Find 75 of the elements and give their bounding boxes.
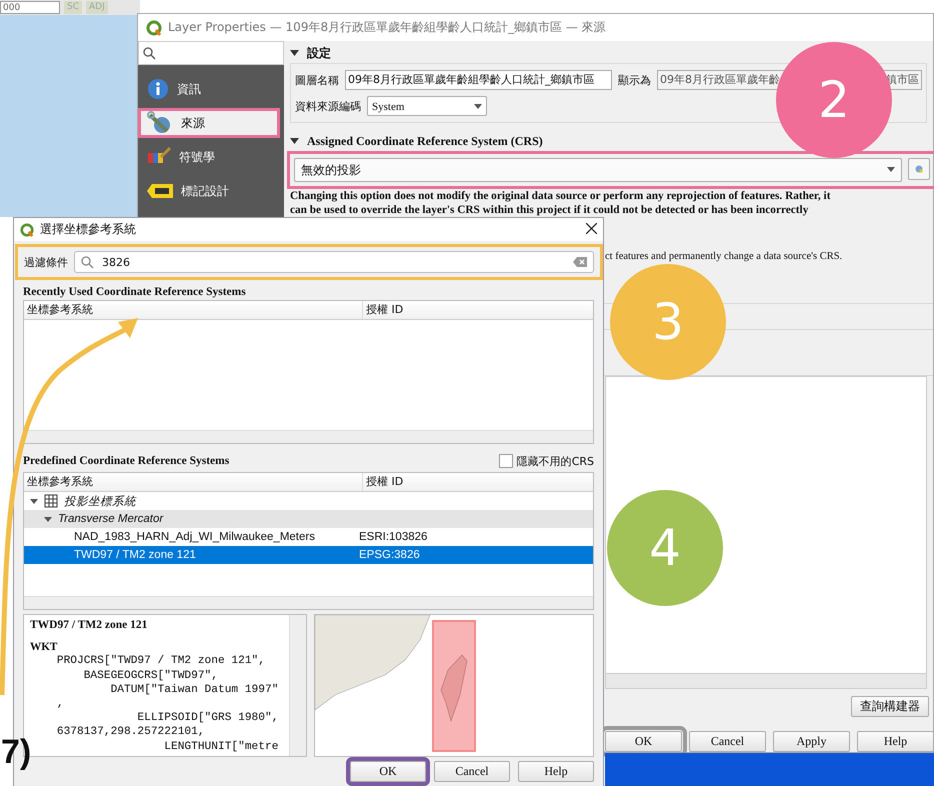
crs-selector-button[interactable]: [908, 158, 930, 180]
crs-row[interactable]: TWD97 / TM2 zone 121 EPSG:3826: [24, 546, 593, 564]
query-builder-button[interactable]: 查詢構建器: [851, 696, 929, 717]
section-title: Predefined Coordinate Reference Systems: [23, 455, 230, 467]
expanded-caret-icon[interactable]: [30, 497, 38, 505]
wkt-line: LENGTHUNIT["metre: [163, 740, 280, 754]
clear-icon[interactable]: [573, 257, 587, 267]
label-tag-icon: [147, 184, 173, 198]
filter-field[interactable]: 3826: [74, 251, 594, 273]
column-header[interactable]: 授權 ID: [363, 301, 404, 319]
authority-id: ESRI:103826: [359, 531, 428, 543]
search-icon: [143, 46, 156, 60]
collapse-caret-icon[interactable]: [290, 137, 299, 145]
dropdown-caret-icon: [474, 104, 482, 108]
field-label: 圖層名稱: [295, 72, 339, 88]
hide-deprecated-checkbox[interactable]: 隱藏不用的CRS: [498, 454, 594, 468]
encoding-dropdown[interactable]: System: [367, 96, 487, 116]
wkt-line: BASEGEOGCRS["TWD97",: [82, 668, 219, 683]
filter-label: 過濾條件: [24, 254, 68, 270]
sidebar-item[interactable]: 符號學: [138, 142, 280, 172]
close-icon: [586, 223, 597, 234]
horizontal-scrollbar[interactable]: [605, 673, 927, 689]
sidebar-item[interactable]: 資訊: [138, 74, 280, 104]
dialog-button[interactable]: Cancel: [434, 761, 510, 782]
wkt-line: DATUM["Taiwan Datum 1997": [110, 682, 280, 698]
description-text: Changing this option does not modify the original data source or perform any reprojection of features. Rather, it: [290, 189, 832, 203]
crs-dropdown[interactable]: 無效的投影: [294, 158, 902, 182]
horizontal-scrollbar[interactable]: [24, 596, 593, 609]
tree-group-row[interactable]: 投影坐標系統: [24, 492, 593, 510]
search-field[interactable]: [138, 41, 284, 65]
tree-group-row[interactable]: Transverse Mercator: [24, 510, 593, 528]
island-drawing: [440, 654, 468, 722]
description-text: ct features and permanently change a data source's CRS.: [605, 251, 842, 262]
sidebar-item[interactable]: 來源: [138, 108, 280, 138]
wkt-title: TWD97 / TM2 zone 121: [30, 618, 148, 632]
crs-row[interactable]: NAD_1983_HARN_Adj_WI_Milwaukee_Meters ESRI:103826: [24, 528, 593, 546]
dialog-button[interactable]: Help: [518, 761, 594, 782]
column-header[interactable]: 授權 ID: [363, 473, 404, 491]
column-header[interactable]: 坐標參考系統: [24, 473, 363, 491]
wrench-gear-icon: [147, 111, 173, 135]
horizontal-scrollbar[interactable]: [24, 430, 593, 443]
wkt-heading: WKT: [30, 640, 58, 654]
info-icon: [147, 78, 169, 100]
app-logo-icon: [146, 20, 162, 36]
description-text: can be used to override the layer's CRS within this project if it could not be detected or has been incorrectly: [290, 203, 810, 217]
field-label: 顯示為: [618, 72, 651, 88]
search-icon: [81, 256, 94, 268]
dialog-button[interactable]: Apply: [773, 731, 850, 752]
wkt-line: ,: [56, 697, 65, 712]
collapse-caret-icon[interactable]: [290, 49, 299, 57]
grid-icon: [44, 494, 58, 508]
wkt-line: PROJCRS["TWD97 / TM2 zone 121",: [56, 654, 266, 669]
dialog-title: 選擇坐標參考系統: [40, 221, 136, 238]
expanded-caret-icon[interactable]: [44, 515, 52, 523]
authority-id: EPSG:3826: [359, 549, 420, 561]
caption-text: 7): [1, 733, 32, 772]
wkt-line: 6378137,298.257222101,: [56, 725, 206, 740]
scale-combo[interactable]: 000: [0, 1, 60, 14]
tree-group-label: Transverse Mercator: [58, 513, 164, 525]
section-title: Recently Used Coordinate Reference Systems: [23, 285, 247, 300]
dropdown-caret-icon: [887, 167, 895, 173]
dialog-button[interactable]: Help: [857, 731, 934, 752]
dialog-button[interactable]: Cancel: [689, 731, 766, 752]
vertical-scrollbar[interactable]: [289, 615, 306, 756]
crs-name: NAD_1983_HARN_Adj_WI_Milwaukee_Meters: [73, 531, 316, 543]
sidebar-item[interactable]: 標記設計: [138, 176, 280, 206]
layer-name-field[interactable]: 09年8月行政區單歲年齡組學齡人口統計_鄉鎮市區: [345, 70, 612, 90]
crs-name: TWD97 / TM2 zone 121: [73, 549, 197, 561]
field-label: 資料來源編碼: [295, 98, 361, 114]
wkt-line: ELLIPSOID["GRS 1980",: [136, 711, 280, 726]
window-title: Layer Properties — 109年8月行政區單歲年齡組學齡人口統計_鄉鎮市區 — 來源: [168, 19, 606, 36]
app-logo-icon: [20, 222, 34, 236]
section-header: 設定: [307, 44, 331, 62]
section-header: Assigned Coordinate Reference System (CRS): [307, 134, 543, 148]
tree-group-label: 投影坐標系統: [64, 494, 136, 508]
